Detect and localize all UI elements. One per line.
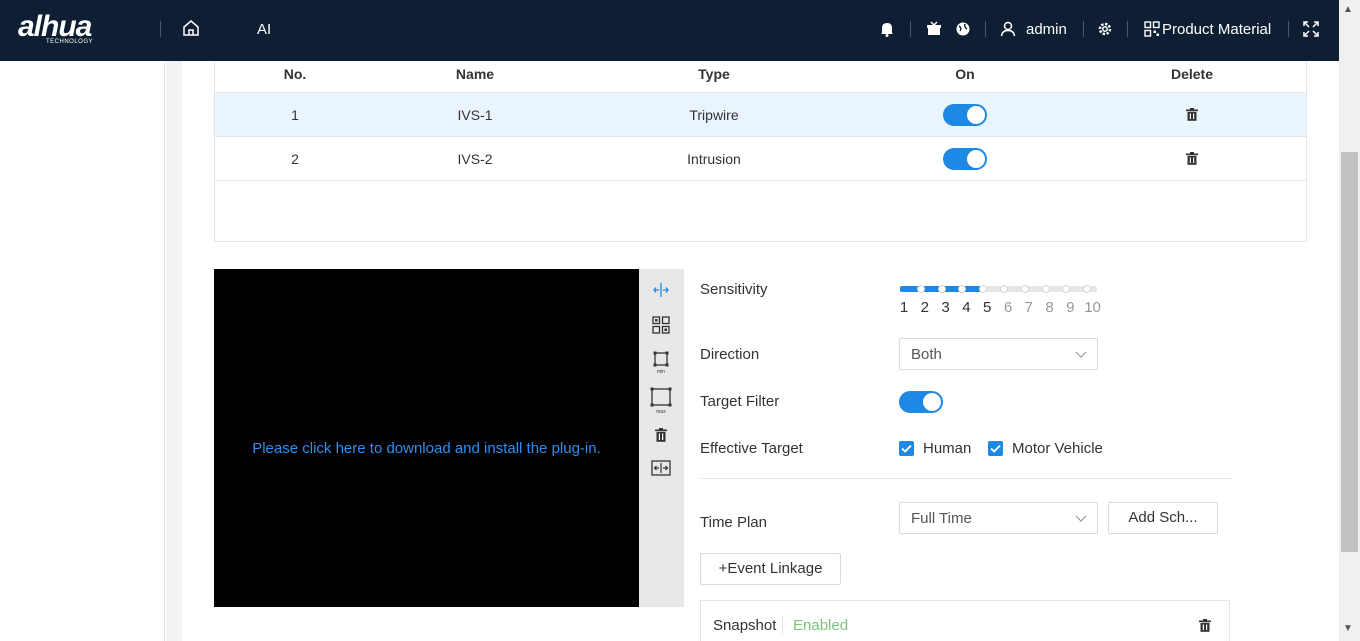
sensitivity-tick-label[interactable]: 1 xyxy=(897,299,911,316)
home-icon[interactable] xyxy=(181,18,201,38)
sensitivity-tick-dot[interactable] xyxy=(1020,285,1029,293)
nav-tab-ai[interactable]: AI xyxy=(257,21,271,38)
gear-icon[interactable] xyxy=(1096,20,1114,38)
rule-enable-toggle[interactable] xyxy=(943,148,987,170)
human-label[interactable]: Human xyxy=(923,440,971,457)
delete-trash-icon[interactable] xyxy=(1186,108,1198,121)
clear-trash-icon[interactable] xyxy=(651,427,671,443)
add-schedule-button[interactable]: Add Sch... xyxy=(1108,502,1218,534)
left-menu-panel xyxy=(0,61,165,641)
sensitivity-tick-label[interactable]: 9 xyxy=(1063,299,1077,316)
sensitivity-tick-label[interactable]: 8 xyxy=(1043,299,1057,316)
scroll-up-arrow-icon[interactable]: ▲ xyxy=(1343,4,1353,15)
sensitivity-tick-dot[interactable] xyxy=(937,285,946,293)
time-plan-label: Time Plan xyxy=(700,514,767,531)
product-material-link[interactable]: Product Material xyxy=(1162,21,1271,38)
sensitivity-tick-dot[interactable] xyxy=(1041,285,1050,293)
table-header: No. Name Type On Delete xyxy=(215,61,1306,93)
header-name: Name xyxy=(455,66,495,82)
event-linkage-button[interactable]: +Event Linkage xyxy=(700,553,841,585)
target-filter-toggle[interactable] xyxy=(899,391,943,413)
svg-text:min: min xyxy=(657,369,665,374)
gift-icon[interactable] xyxy=(925,20,943,38)
user-name[interactable]: admin xyxy=(1026,21,1067,38)
target-grid-icon[interactable] xyxy=(651,315,671,335)
motor-vehicle-checkbox[interactable] xyxy=(988,441,1003,456)
checkmark-icon xyxy=(990,444,1001,453)
header-type: Type xyxy=(698,66,730,82)
logo-subtext: TECHNOLOGY xyxy=(46,39,94,45)
sensitivity-tick-dot[interactable] xyxy=(1000,285,1008,293)
sensitivity-tick-label[interactable]: 2 xyxy=(918,299,932,316)
nav-divider xyxy=(985,21,986,37)
motor-vehicle-label[interactable]: Motor Vehicle xyxy=(1012,440,1103,457)
row-name: IVS-2 xyxy=(457,151,493,167)
row-type: Tripwire xyxy=(689,107,739,123)
header-on: On xyxy=(955,66,975,82)
sensitivity-tick-label[interactable]: 6 xyxy=(1001,299,1015,316)
snapshot-label: Snapshot xyxy=(713,617,777,634)
effective-target-label: Effective Target xyxy=(700,440,803,457)
nav-divider xyxy=(910,21,911,37)
snapshot-status: Enabled xyxy=(793,617,849,634)
human-checkbox[interactable] xyxy=(899,441,914,456)
target-filter-label: Target Filter xyxy=(700,393,780,410)
nav-divider xyxy=(1083,21,1084,37)
content-gutter xyxy=(166,61,182,641)
sensitivity-tick-label[interactable]: 3 xyxy=(939,299,953,316)
nav-divider xyxy=(160,21,161,37)
section-divider xyxy=(700,478,1231,479)
scrollbar-thumb[interactable] xyxy=(1341,152,1358,552)
grid-icon[interactable] xyxy=(1143,20,1161,38)
row-no: 1 xyxy=(291,107,299,123)
header-no: No. xyxy=(283,66,307,82)
sensitivity-tick-dot[interactable] xyxy=(916,285,925,293)
scroll-down-arrow-icon[interactable]: ▼ xyxy=(1343,623,1353,634)
bell-icon[interactable] xyxy=(878,20,896,38)
direction-switch-icon[interactable] xyxy=(651,458,671,478)
direction-label: Direction xyxy=(700,346,760,363)
sensitivity-tick-label[interactable]: 5 xyxy=(980,299,994,316)
table-row[interactable]: 2 IVS-2 Intrusion xyxy=(215,137,1306,181)
direction-value: Both xyxy=(911,346,942,363)
user-icon[interactable] xyxy=(999,20,1017,38)
max-size-icon[interactable]: max xyxy=(650,387,672,414)
top-navigation-bar: alhua TECHNOLOGY AI admin Product Materi… xyxy=(0,0,1339,61)
sensitivity-tick-label[interactable]: 4 xyxy=(959,299,973,316)
time-plan-value: Full Time xyxy=(911,510,972,527)
snapshot-separator xyxy=(782,615,783,635)
dahua-logo[interactable]: alhua TECHNOLOGY xyxy=(18,10,128,46)
snapshot-linkage-item: Snapshot Enabled xyxy=(700,600,1230,641)
live-video-view[interactable]: Please click here to download and instal… xyxy=(214,269,639,607)
delete-trash-icon[interactable] xyxy=(1199,619,1211,632)
draw-rule-icon[interactable] xyxy=(651,280,671,300)
header-delete: Delete xyxy=(1170,66,1214,82)
sensitivity-label: Sensitivity xyxy=(700,281,768,298)
chevron-down-icon xyxy=(1075,515,1087,522)
checkmark-icon xyxy=(901,444,912,453)
table-row[interactable]: 1 IVS-1 Tripwire xyxy=(215,93,1306,137)
plugin-download-link[interactable]: Please click here to download and instal… xyxy=(214,440,639,457)
min-size-icon[interactable]: min xyxy=(651,350,671,374)
rule-enable-toggle[interactable] xyxy=(943,104,987,126)
nav-divider xyxy=(1127,21,1128,37)
svg-text:max: max xyxy=(656,409,666,414)
direction-select[interactable]: Both xyxy=(899,338,1098,370)
sensitivity-tick-label[interactable]: 7 xyxy=(1022,299,1036,316)
rule-table: No. Name Type On Delete 1 IVS-1 Tripwire… xyxy=(214,61,1307,242)
fullscreen-icon[interactable] xyxy=(1302,20,1320,38)
row-no: 2 xyxy=(291,151,299,167)
row-name: IVS-1 xyxy=(457,107,493,123)
nav-divider xyxy=(1288,21,1289,37)
sensitivity-tick-label[interactable]: 10 xyxy=(1084,299,1101,316)
delete-trash-icon[interactable] xyxy=(1186,152,1198,165)
chevron-down-icon xyxy=(1075,351,1087,358)
time-plan-select[interactable]: Full Time xyxy=(899,502,1098,534)
row-type: Intrusion xyxy=(687,151,741,167)
globe-icon[interactable] xyxy=(954,20,972,38)
